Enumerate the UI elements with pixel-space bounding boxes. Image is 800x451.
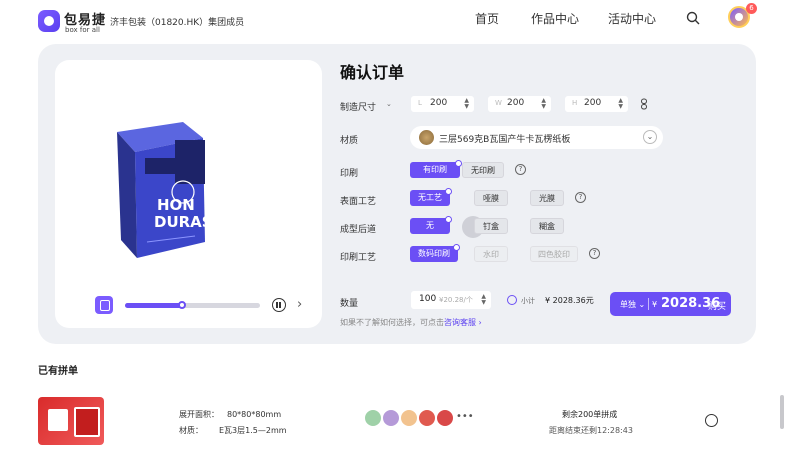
slider-fill [125, 303, 182, 308]
quantity-label: 数量 [340, 299, 359, 309]
material-label: 材质 [340, 136, 359, 146]
option-no-finish[interactable]: 无工艺 [410, 188, 452, 206]
option-stitched-box[interactable]: 钉盒 [474, 218, 508, 234]
divider [648, 298, 649, 310]
chevron-down-icon[interactable]: ⌄ [643, 130, 657, 144]
pause-button[interactable] [272, 298, 286, 312]
length-value: 200 [430, 98, 448, 108]
area-value: 80*80*80mm [227, 410, 282, 419]
consult-text: 如果不了解如何选择，可点击 [340, 318, 444, 327]
countdown: 距离结束还剩12:28:43 [549, 426, 633, 435]
height-value: 200 [584, 98, 602, 108]
help-icon[interactable]: ? [515, 164, 526, 175]
print-label: 印刷 [340, 169, 359, 179]
material-value: 三层569克B瓦国产牛卡瓦楞纸板 [439, 135, 571, 145]
order-title: 确认订单 [340, 63, 405, 82]
spec-material: 材质： E瓦3层1.5—2mm [179, 425, 287, 436]
logo-subtitle: box for all [65, 26, 100, 34]
nav-works[interactable]: 作品中心 [531, 10, 579, 27]
buy-mode-label: 单独 [620, 300, 636, 309]
consult-hint: 如果不了解如何选择，可点击咨询客服 › [340, 317, 482, 328]
join-radio[interactable] [705, 414, 718, 427]
nav-home[interactable]: 首页 [475, 10, 499, 27]
top-header: 包易捷 box for all 济丰包装（01820.HK）集团成员 首页 作品… [0, 0, 800, 40]
participant-avatar [436, 409, 454, 427]
participant-avatar [364, 409, 382, 427]
subtotal-label: 小计 [521, 297, 535, 305]
consult-link-label: 咨询客服 [444, 318, 476, 327]
buy-currency: ¥ [652, 300, 658, 309]
stepper-icon[interactable]: ▲ ▼ [481, 294, 486, 306]
slider-handle[interactable] [177, 301, 186, 309]
3d-view-button[interactable] [95, 296, 113, 314]
width-field[interactable]: W 200 ▲ ▼ [488, 96, 551, 112]
participant-avatar [400, 409, 418, 427]
option-matte[interactable]: 哑膜 [474, 190, 508, 206]
width-value: 200 [507, 98, 525, 108]
material-select[interactable]: 三层569克B瓦国产牛卡瓦楞纸板 ⌄ [410, 126, 663, 149]
scrollbar[interactable] [780, 395, 784, 429]
option-no-print[interactable]: 无印刷 [462, 162, 504, 178]
group-product-thumbnail[interactable] [38, 397, 104, 445]
participant-avatar [418, 409, 436, 427]
size-label: 制造尺寸 [340, 103, 377, 113]
group-material-label: 材质： [179, 426, 203, 435]
more-icon[interactable]: ••• [456, 411, 474, 422]
option-none[interactable]: 无 [410, 216, 452, 234]
help-icon[interactable]: ? [575, 192, 586, 203]
option-glued-box[interactable]: 糊盒 [530, 218, 564, 234]
chevron-down-icon[interactable]: ⌄ [386, 100, 392, 108]
area-label: 展开面积： [179, 410, 219, 419]
length-label: L [418, 99, 422, 107]
logo-icon[interactable] [38, 10, 60, 32]
length-field[interactable]: L 200 ▲ ▼ [411, 96, 474, 112]
stepper-icon[interactable]: ▲ ▼ [541, 98, 546, 110]
product-preview[interactable]: HON DURAS [55, 60, 322, 328]
box-text-line1: HON [157, 196, 195, 214]
surface-label: 表面工艺 [340, 197, 377, 207]
option-gloss[interactable]: 光膜 [530, 190, 564, 206]
height-field[interactable]: H 200 ▲ ▼ [565, 96, 628, 112]
option-water-print[interactable]: 水印 [474, 246, 508, 262]
box-illustration: HON DURAS [117, 122, 213, 258]
quantity-value: 100 [419, 294, 437, 304]
post-process-label: 成型后道 [340, 225, 377, 235]
remaining-count: 剩余200单拼成 [562, 410, 618, 419]
group-material-value: E瓦3层1.5—2mm [219, 426, 287, 435]
notification-badge: 6 [746, 3, 757, 14]
box-text-line2: DURAS [154, 213, 213, 231]
buy-mode-select[interactable]: 单独 ⌄ [620, 299, 645, 310]
unit-price: ¥20.28/个 [439, 296, 473, 304]
info-icon [507, 295, 517, 305]
width-label: W [495, 99, 502, 107]
subtotal-value: ¥ 2028.36元 [545, 296, 594, 305]
participant-avatar [382, 409, 400, 427]
buy-label: 购买 [708, 302, 727, 312]
next-arrow-icon[interactable]: › [297, 297, 302, 312]
nav-activity[interactable]: 活动中心 [608, 10, 656, 27]
stepper-icon[interactable]: ▲ ▼ [464, 98, 469, 110]
printing-process-label: 印刷工艺 [340, 253, 377, 263]
height-label: H [572, 99, 578, 107]
spec-area: 展开面积： 80*80*80mm [179, 409, 281, 420]
link-icon[interactable] [640, 98, 648, 110]
buy-button[interactable]: 单独 ⌄ ¥ 2028.36 购买 [610, 292, 731, 316]
size-select[interactable]: 制造尺寸 [340, 100, 376, 113]
option-offset-print[interactable]: 四色胶印 [530, 246, 578, 262]
stepper-icon[interactable]: ▲ ▼ [618, 98, 623, 110]
group-orders-title: 已有拼单 [38, 366, 78, 377]
material-swatch [419, 130, 434, 145]
animation-slider[interactable] [125, 301, 260, 309]
help-icon[interactable]: ? [589, 248, 600, 259]
option-with-print[interactable]: 有印刷 [410, 160, 462, 178]
company-note: 济丰包装（01820.HK）集团成员 [110, 18, 245, 28]
quantity-stepper[interactable]: 100 ¥20.28/个 ▲ ▼ [411, 291, 491, 309]
search-icon[interactable] [686, 11, 700, 25]
option-digital-print[interactable]: 数码印刷 [410, 244, 460, 262]
consult-link[interactable]: 咨询客服 › [444, 318, 482, 327]
